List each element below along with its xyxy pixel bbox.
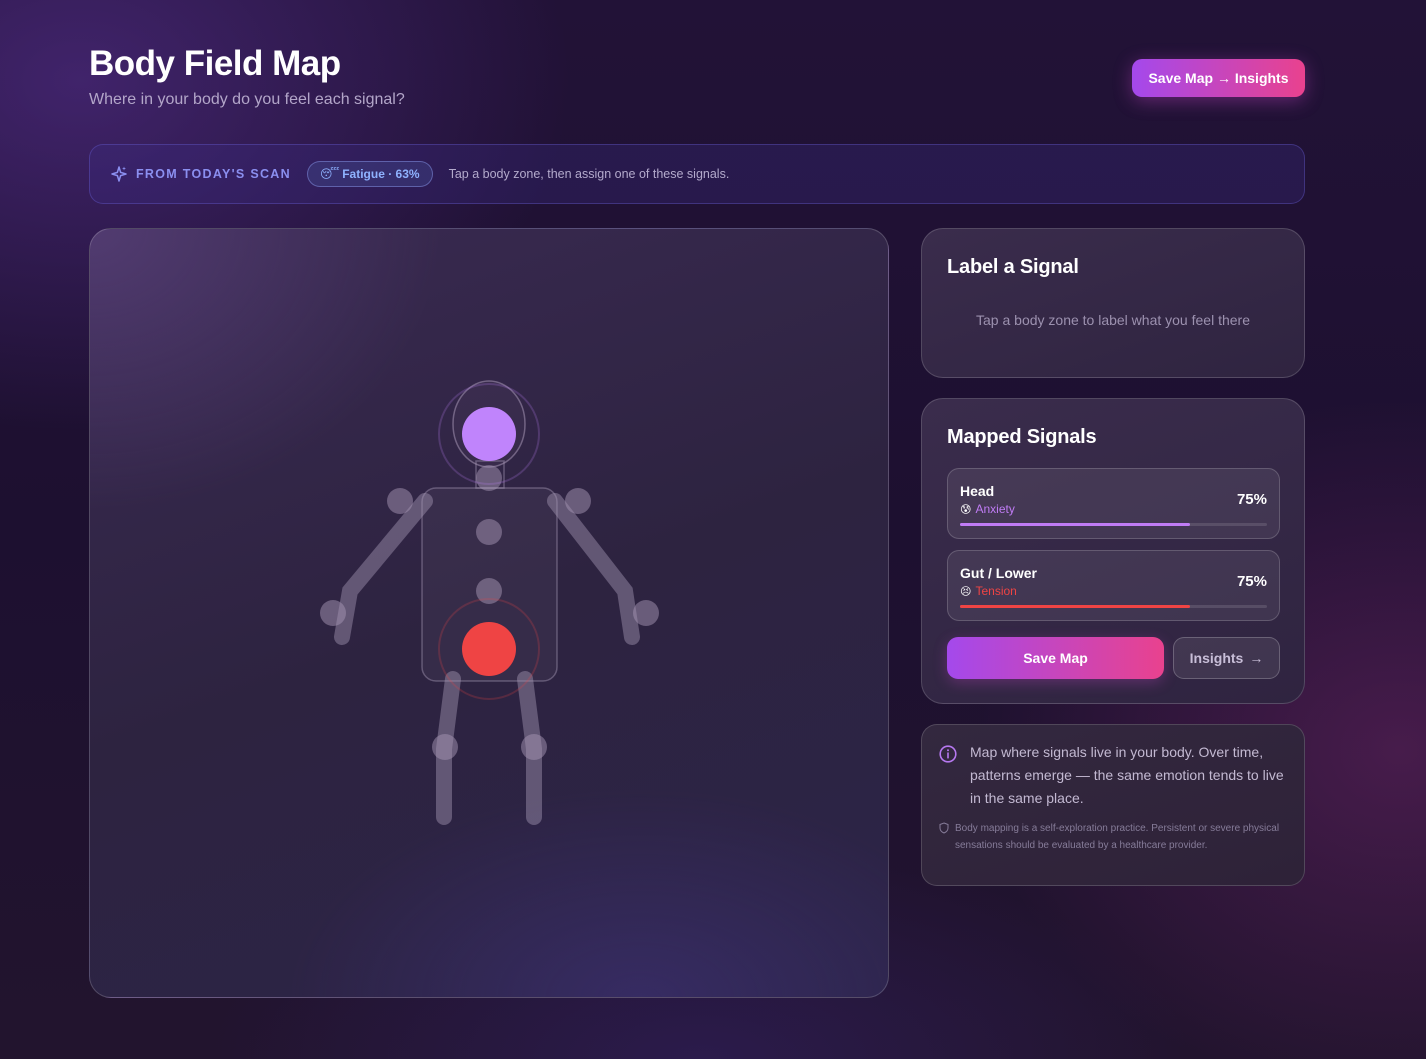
left-arm — [334, 493, 433, 645]
gut-zone-active[interactable] — [462, 622, 516, 676]
fatigue-chip[interactable]: 😴 Fatigue · 63% — [306, 161, 433, 187]
scan-hint: Tap a body zone, then assign one of thes… — [448, 167, 730, 181]
signal-zone: Gut / Lower — [960, 565, 1037, 581]
insights-button[interactable]: Insights → — [1173, 637, 1280, 679]
throat-zone[interactable] — [476, 465, 502, 491]
save-map-insights-button[interactable]: Save Map → Insights — [1132, 59, 1305, 97]
chest-zone[interactable] — [476, 519, 502, 545]
signal-bar-track — [960, 605, 1267, 608]
save-map-button[interactable]: Save Map — [947, 637, 1164, 679]
insights-label: Insights — [1189, 650, 1244, 666]
right-knee-zone[interactable] — [521, 734, 547, 760]
signal-emotion-label: Anxiety — [975, 502, 1015, 516]
signal-bar-track — [960, 523, 1267, 526]
body-map-panel — [89, 228, 889, 998]
signal-percent: 75% — [1236, 491, 1267, 508]
signal-row-gut[interactable]: Gut / Lower 😣 Tension 75% — [947, 550, 1280, 621]
sparkle-icon — [110, 165, 128, 183]
signal-emotion-label: Tension — [975, 584, 1017, 598]
label-signal-hint: Tap a body zone to label what you feel t… — [976, 312, 1250, 328]
head-zone-active[interactable] — [462, 407, 516, 461]
right-hand-zone[interactable] — [633, 600, 659, 626]
page-subtitle: Where in your body do you feel each sign… — [89, 91, 405, 108]
scan-banner: FROM TODAY'S SCAN 😴 Fatigue · 63% Tap a … — [89, 144, 1305, 204]
signal-row-head[interactable]: Head 😰 Anxiety 75% — [947, 468, 1280, 539]
signal-zone: Head — [960, 483, 995, 499]
page-title: Body Field Map — [89, 44, 341, 83]
signal-emotion: 😣 Tension — [960, 584, 1017, 598]
scan-label: FROM TODAY'S SCAN — [136, 167, 291, 181]
info-text: Map where signals live in your body. Ove… — [970, 744, 1284, 806]
label-signal-title: Label a Signal — [947, 256, 1079, 278]
body-figure — [320, 380, 659, 825]
right-arm — [547, 493, 640, 645]
signal-emotion: 😰 Anxiety — [960, 502, 1015, 516]
sleepy-face-icon: 😴 — [319, 167, 340, 181]
chip-text: Fatigue · 63% — [342, 167, 420, 181]
right-shoulder-zone[interactable] — [565, 488, 591, 514]
mapped-signals-card: Mapped Signals Head 😰 Anxiety 75% Gut / … — [921, 398, 1305, 704]
info-icon — [939, 745, 957, 763]
label-signal-card: Label a Signal Tap a body zone to label … — [921, 228, 1305, 378]
info-card: Map where signals live in your body. Ove… — [921, 724, 1305, 886]
left-shoulder-zone[interactable] — [387, 488, 413, 514]
persevering-face-icon: 😣 — [960, 585, 972, 598]
signal-percent: 75% — [1236, 573, 1267, 590]
left-hand-zone[interactable] — [320, 600, 346, 626]
mapped-signals-title: Mapped Signals — [947, 426, 1097, 448]
signal-bar-fill — [960, 523, 1191, 526]
left-knee-zone[interactable] — [432, 734, 458, 760]
disclaimer-text: Body mapping is a self-exploration pract… — [955, 823, 1280, 851]
signal-bar-fill — [960, 605, 1191, 608]
arrow-right-icon: → — [1249, 650, 1264, 666]
shield-icon — [939, 822, 949, 834]
anxious-face-icon: 😰 — [960, 503, 972, 516]
